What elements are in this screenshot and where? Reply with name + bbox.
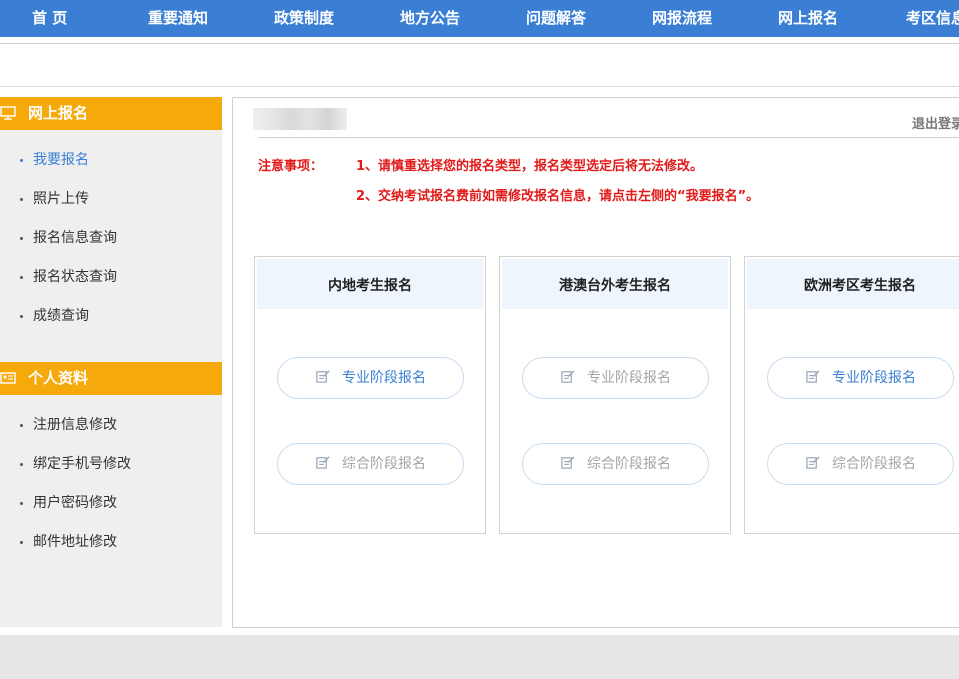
button-label: 专业阶段报名 <box>832 370 916 386</box>
nav-home[interactable]: 首 页 <box>32 0 67 37</box>
edit-form-icon <box>806 456 820 469</box>
nav-policies[interactable]: 政策制度 <box>274 0 334 37</box>
card-europe: 欧洲考区考生报名 专业阶段报名 综合阶段报名 <box>744 256 959 534</box>
bullet <box>20 314 23 318</box>
nav-local-notices[interactable]: 地方公告 <box>400 0 460 37</box>
comprehensive-stage-button[interactable]: 综合阶段报名 <box>767 443 954 485</box>
nav-process[interactable]: 网报流程 <box>652 0 712 37</box>
sidebar-item-edit-email[interactable]: 邮件地址修改 <box>20 532 117 552</box>
sidebar-item-label: 照片上传 <box>33 191 89 207</box>
page: 首 页 重要通知 政策制度 地方公告 问题解答 网报流程 网上报名 考区信息 网… <box>0 0 959 635</box>
sidebar-item-label: 邮件地址修改 <box>33 534 117 550</box>
notice-line-1: 1、请慎重选择您的报名类型，报名类型选定后将无法修改。 <box>356 159 704 174</box>
comprehensive-stage-button[interactable]: 综合阶段报名 <box>277 443 464 485</box>
header-divider <box>258 137 959 138</box>
sidebar-item-label: 注册信息修改 <box>33 417 117 433</box>
sidebar-item-label: 报名状态查询 <box>33 269 117 285</box>
card-mainland: 内地考生报名 专业阶段报名 综合阶段报名 <box>254 256 486 534</box>
card-title: 内地考生报名 <box>257 259 483 309</box>
nav-online-reg[interactable]: 网上报名 <box>778 0 838 37</box>
button-label: 专业阶段报名 <box>587 370 671 386</box>
card-title: 港澳台外考生报名 <box>502 259 728 309</box>
username-redacted <box>253 108 347 130</box>
nav-exam-area[interactable]: 考区信息 <box>906 0 959 37</box>
professional-stage-button[interactable]: 专业阶段报名 <box>767 357 954 399</box>
edit-form-icon <box>316 456 330 469</box>
bullet <box>20 275 23 279</box>
sidebar-item-label: 我要报名 <box>33 152 89 168</box>
sidebar-item-score-query[interactable]: 成绩查询 <box>20 306 89 326</box>
nav-divider <box>0 43 959 44</box>
bullet <box>20 501 23 505</box>
notice-line-2: 2、交纳考试报名费前如需修改报名信息，请点击左侧的“我要报名”。 <box>356 189 760 204</box>
professional-stage-button[interactable]: 专业阶段报名 <box>277 357 464 399</box>
sidebar-section-header-registration: 网上报名 <box>0 97 222 130</box>
bullet <box>20 540 23 544</box>
card-title: 欧洲考区考生报名 <box>747 259 959 309</box>
sidebar-item-photo-upload[interactable]: 照片上传 <box>20 189 89 209</box>
sidebar-section-title: 个人资料 <box>28 369 89 387</box>
sidebar-item-label: 报名信息查询 <box>33 230 117 246</box>
nav-faq[interactable]: 问题解答 <box>526 0 586 37</box>
sidebar-item-label: 绑定手机号修改 <box>33 456 131 472</box>
sidebar: 网上报名 我要报名 照片上传 报名信息查询 报名状态查询 成绩查询 个人资料 注… <box>0 97 222 627</box>
id-card-icon <box>0 372 16 384</box>
edit-form-icon <box>316 370 330 383</box>
nav-notices[interactable]: 重要通知 <box>148 0 208 37</box>
professional-stage-button[interactable]: 专业阶段报名 <box>522 357 709 399</box>
bullet <box>20 197 23 201</box>
sidebar-item-edit-phone[interactable]: 绑定手机号修改 <box>20 454 131 474</box>
button-label: 综合阶段报名 <box>587 456 671 472</box>
sidebar-item-reg-status-query[interactable]: 报名状态查询 <box>20 267 117 287</box>
sidebar-item-edit-registration[interactable]: 注册信息修改 <box>20 415 117 435</box>
bullet <box>20 236 23 240</box>
sidebar-section-header-profile: 个人资料 <box>0 362 222 395</box>
sidebar-item-my-registration[interactable]: 我要报名 <box>20 150 89 170</box>
comprehensive-stage-button[interactable]: 综合阶段报名 <box>522 443 709 485</box>
bullet <box>20 423 23 427</box>
logout-link[interactable]: 退出登录 <box>912 113 959 132</box>
button-label: 综合阶段报名 <box>342 456 426 472</box>
edit-form-icon <box>561 370 575 383</box>
sidebar-item-label: 用户密码修改 <box>33 495 117 511</box>
bullet <box>20 462 23 466</box>
sidebar-item-edit-password[interactable]: 用户密码修改 <box>20 493 117 513</box>
monitor-icon <box>0 106 16 120</box>
edit-form-icon <box>806 370 820 383</box>
sidebar-section-title: 网上报名 <box>28 104 89 122</box>
button-label: 专业阶段报名 <box>342 370 426 386</box>
bullet <box>20 158 23 162</box>
sidebar-item-reg-info-query[interactable]: 报名信息查询 <box>20 228 117 248</box>
edit-form-icon <box>561 456 575 469</box>
button-label: 综合阶段报名 <box>832 456 916 472</box>
top-nav: 首 页 重要通知 政策制度 地方公告 问题解答 网报流程 网上报名 考区信息 <box>0 0 959 37</box>
sidebar-item-label: 成绩查询 <box>33 308 89 324</box>
notice-label: 注意事项： <box>258 159 324 174</box>
subheader-divider <box>0 86 959 87</box>
card-hk-macao-taiwan-foreign: 港澳台外考生报名 专业阶段报名 综合阶段报名 <box>499 256 731 534</box>
